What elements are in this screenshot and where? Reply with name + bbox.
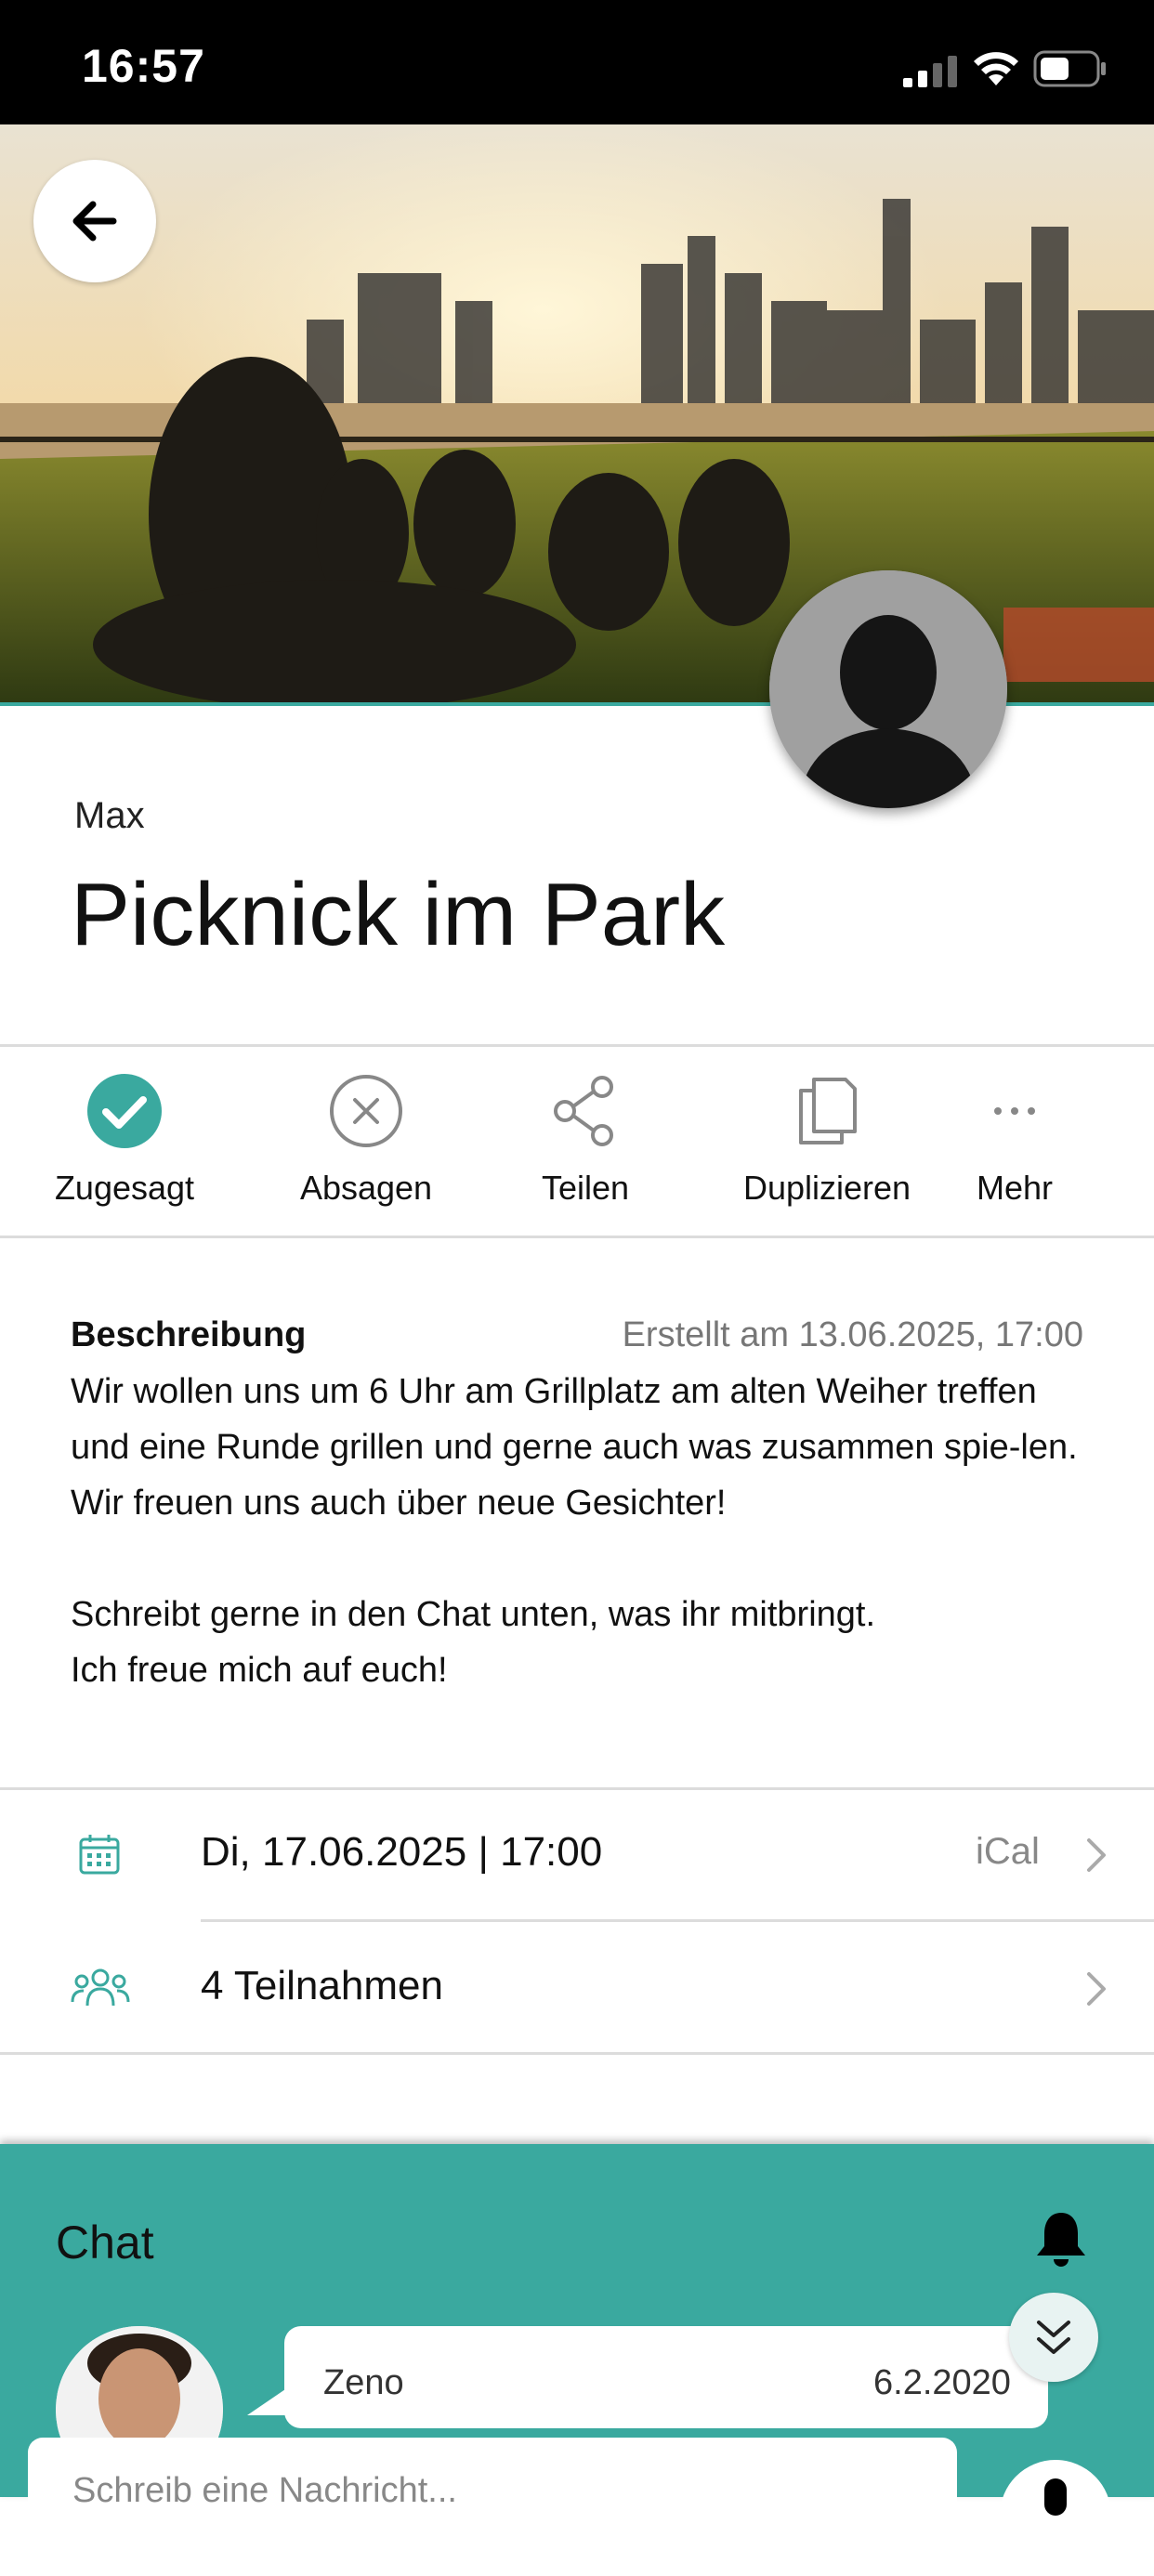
copy-icon (799, 1078, 857, 1144)
status-bar: 16:57 (0, 0, 1154, 124)
person-placeholder-icon (769, 570, 1007, 808)
divider (0, 2052, 1154, 2055)
send-button[interactable] (1000, 2460, 1111, 2571)
participants-row[interactable]: 4 Teilnahmen (0, 1922, 1154, 2052)
scroll-down-button[interactable] (1009, 2293, 1098, 2382)
participants-count: 4 Teilnahmen (201, 1963, 443, 2008)
divider (0, 1236, 1154, 1238)
x-circle-icon (330, 1075, 402, 1147)
organizer-name: Max (74, 795, 145, 836)
event-date: Di, 17.06.2025 | 17:00 (201, 1829, 603, 1875)
share-label: Teilen (541, 1169, 630, 1207)
chat-title: Chat (56, 2216, 154, 2269)
message-sender: Zeno (323, 2363, 404, 2402)
decline-label: Absagen (299, 1169, 433, 1207)
divider (0, 1044, 1154, 1047)
description-heading: Beschreibung (71, 1315, 307, 1354)
action-bar: Zugesagt Absagen Teilen Duplizieren Mehr (0, 1048, 1154, 1236)
share-icon (554, 1076, 613, 1146)
share-button[interactable]: Teilen (483, 1048, 688, 1236)
calendar-icon (79, 1835, 120, 1875)
group-icon (71, 1968, 130, 2007)
date-row[interactable]: Di, 17.06.2025 | 17:00 iCal (0, 1790, 1154, 1916)
duplicate-button[interactable]: Duplizieren (725, 1048, 929, 1236)
accepted-label: Zugesagt (54, 1169, 195, 1207)
wifi-icon (974, 52, 1018, 85)
back-button[interactable] (33, 160, 156, 282)
ical-link[interactable]: iCal (976, 1831, 1040, 1873)
bubble-tail (247, 2387, 288, 2415)
more-label: Mehr (976, 1169, 1054, 1207)
check-circle-icon (87, 1074, 162, 1148)
accepted-button[interactable]: Zugesagt (22, 1048, 227, 1236)
message-date: 6.2.2020 (873, 2363, 1011, 2402)
battery-icon (1033, 50, 1106, 87)
signal-icon (903, 56, 957, 87)
chevron-right-icon (1087, 1838, 1106, 1872)
more-icon (994, 1107, 1035, 1115)
created-date: Erstellt am 13.06.2025, 17:00 (622, 1315, 1083, 1354)
chevron-right-icon (1087, 1972, 1106, 2006)
microphone-icon (1044, 2478, 1067, 2516)
bell-icon[interactable] (1033, 2209, 1089, 2269)
organizer-avatar[interactable] (769, 570, 1007, 808)
arrow-left-icon (72, 201, 117, 242)
more-button[interactable]: Mehr (912, 1048, 1117, 1236)
description-text: Wir wollen uns um 6 Uhr am Grillplatz am… (71, 1372, 1078, 1690)
decline-button[interactable]: Absagen (264, 1048, 468, 1236)
message-input-placeholder: Schreib eine Nachricht... (72, 2471, 457, 2510)
status-time: 16:57 (82, 40, 205, 92)
duplicate-label: Duplizieren (742, 1169, 911, 1207)
double-chevron-down-icon (1037, 2321, 1070, 2354)
page-title: Picknick im Park (71, 865, 726, 964)
